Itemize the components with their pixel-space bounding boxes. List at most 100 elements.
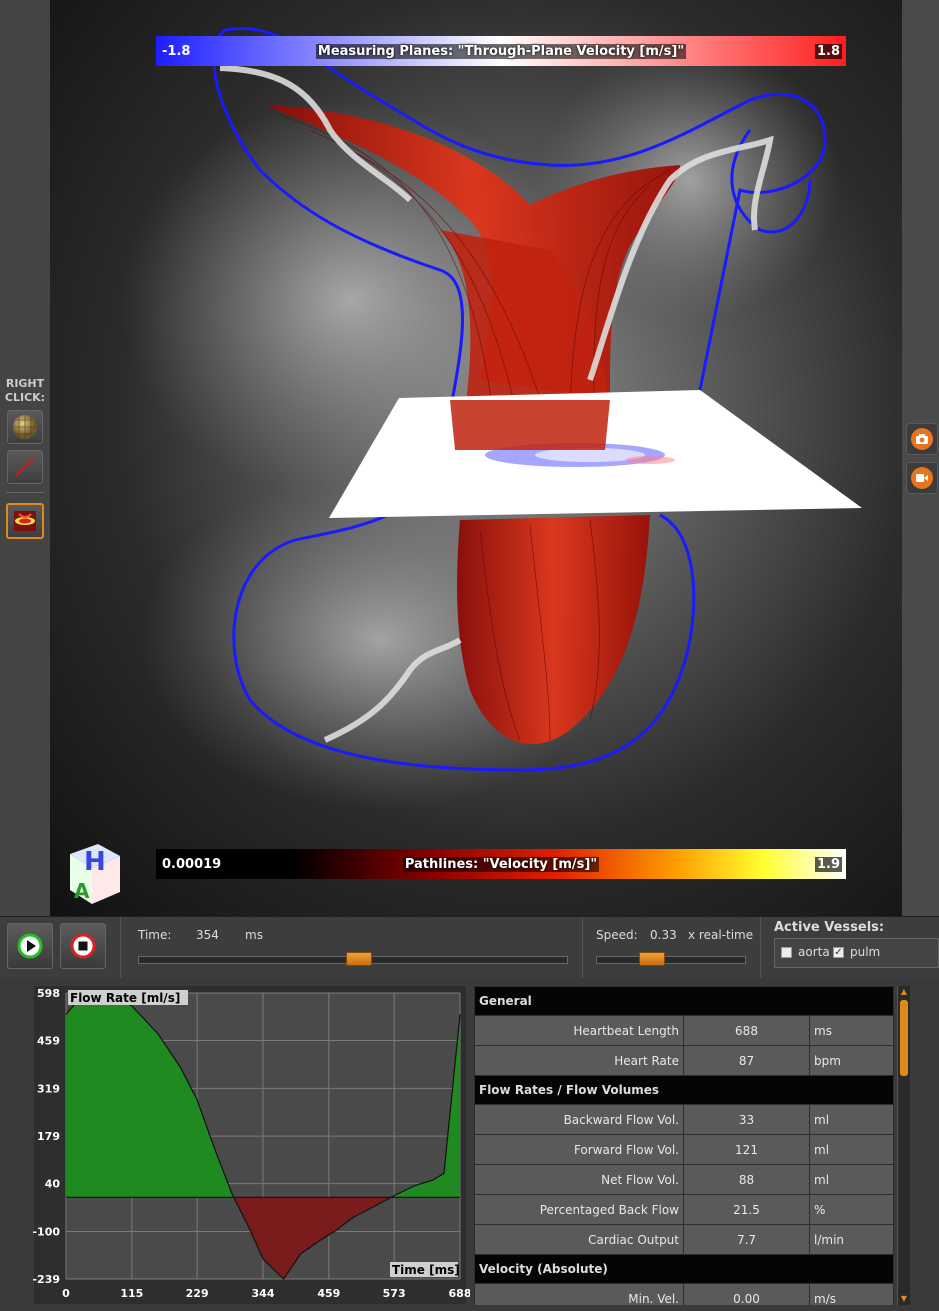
time-unit: ms xyxy=(245,928,263,942)
table-cell-label: Heartbeat Length xyxy=(474,1015,684,1046)
table-row: Forward Flow Vol. 121 ml xyxy=(474,1134,894,1165)
stop-button[interactable] xyxy=(60,923,106,969)
toolbar-separator xyxy=(6,492,44,493)
pathline-legend-max: 1.9 xyxy=(814,856,842,872)
pulm-label: pulm xyxy=(850,945,881,959)
table-cell-value: 0.00 xyxy=(683,1283,810,1305)
table-cell-value: 121 xyxy=(683,1134,810,1165)
pathline-legend-title: Pathlines: "Velocity [m/s]" xyxy=(402,856,600,872)
table-cell-unit: ml xyxy=(809,1164,894,1195)
plane-legend-title: Measuring Planes: "Through-Plane Velocit… xyxy=(315,43,687,59)
chart-title: Flow Rate [ml/s] xyxy=(70,991,180,1005)
3d-viewport[interactable]: -1.8 Measuring Planes: "Through-Plane Ve… xyxy=(50,0,902,916)
scroll-thumb[interactable] xyxy=(900,1000,908,1076)
speed-unit: x real-time xyxy=(688,928,754,942)
table-section-header: Flow Rates / Flow Volumes xyxy=(474,1075,894,1105)
x-tick-label: 344 xyxy=(252,1287,275,1300)
table-cell-label: Backward Flow Vol. xyxy=(474,1104,684,1135)
table-row: Cardiac Output 7.7 l/min xyxy=(474,1224,894,1255)
active-vessels-group: aorta ✓ pulm xyxy=(774,938,939,968)
x-tick-label: 229 xyxy=(186,1287,209,1300)
y-tick-label: 459 xyxy=(37,1034,60,1047)
section-title: Flow Rates / Flow Volumes xyxy=(474,1075,894,1105)
x-tick-label: 115 xyxy=(120,1287,143,1300)
plane-flow-tool-button[interactable] xyxy=(6,503,44,539)
table-cell-unit: ms xyxy=(809,1015,894,1046)
table-row: Heartbeat Length 688 ms xyxy=(474,1015,894,1046)
table-cell-value: 88 xyxy=(683,1164,810,1195)
plane-velocity-legend: -1.8 Measuring Planes: "Through-Plane Ve… xyxy=(156,36,846,66)
table-cell-value: 33 xyxy=(683,1104,810,1135)
vessel-render xyxy=(120,27,862,810)
table-row: Heart Rate 87 bpm xyxy=(474,1045,894,1076)
table-section-header: General xyxy=(474,986,894,1016)
video-camera-icon xyxy=(916,474,928,482)
table-cell-unit: ml xyxy=(809,1104,894,1135)
y-tick-label: -239 xyxy=(32,1273,60,1286)
screenshot-button[interactable] xyxy=(906,423,938,455)
table-cell-label: Heart Rate xyxy=(474,1045,684,1076)
y-tick-label: 598 xyxy=(37,987,60,1000)
play-button[interactable] xyxy=(7,923,53,969)
y-tick-label: -100 xyxy=(32,1226,60,1239)
line-tool-icon xyxy=(15,457,35,477)
right-click-label: RIGHT CLICK: xyxy=(4,377,46,404)
cube-front-label: A xyxy=(74,879,90,903)
x-tick-label: 459 xyxy=(317,1287,340,1300)
time-value: 354 xyxy=(196,928,219,942)
time-label: Time: xyxy=(138,928,172,942)
pathline-velocity-legend: 0.00019 Pathlines: "Velocity [m/s]" 1.9 xyxy=(156,849,846,879)
right-toolbar xyxy=(902,0,939,916)
scroll-up-icon[interactable]: ▲ xyxy=(899,987,909,997)
table-row: Percentaged Back Flow 21.5% xyxy=(474,1194,894,1225)
x-tick-label: 0 xyxy=(62,1287,70,1300)
table-row: Min. Vel. 0.00 m/s xyxy=(474,1283,894,1305)
sphere-tool-button[interactable] xyxy=(7,410,43,444)
table-cell-label: Cardiac Output xyxy=(474,1224,684,1255)
table-cell-unit: ml xyxy=(809,1134,894,1165)
time-slider-handle[interactable] xyxy=(346,952,373,966)
left-toolbar: RIGHT CLICK: xyxy=(0,0,50,916)
sphere-mesh-icon xyxy=(13,415,37,439)
x-tick-label: 573 xyxy=(383,1287,406,1300)
y-tick-label: 179 xyxy=(37,1130,60,1143)
speed-slider[interactable] xyxy=(596,952,746,966)
table-row: Backward Flow Vol. 33 ml xyxy=(474,1104,894,1135)
table-cell-label: Forward Flow Vol. xyxy=(474,1134,684,1165)
time-slider[interactable] xyxy=(138,952,568,966)
active-vessels-label: Active Vessels: xyxy=(774,920,885,935)
table-cell-unit: bpm xyxy=(809,1045,894,1076)
x-tick-label: 688 xyxy=(449,1287,470,1300)
table-section-header: Velocity (Absolute) xyxy=(474,1254,894,1284)
plane-legend-max: 1.8 xyxy=(814,43,842,59)
orientation-cube[interactable]: H A xyxy=(64,840,124,910)
table-cell-value: 688 xyxy=(683,1015,810,1046)
table-cell-unit: m/s xyxy=(809,1283,894,1305)
flow-rate-chart: 0 115 229 344 459 573 688 598 459 319 179 40 -100 -23… xyxy=(32,986,470,1304)
table-cell-label: Percentaged Back Flow xyxy=(474,1194,684,1225)
pulm-checkbox[interactable]: ✓ xyxy=(833,947,844,958)
table-row: Net Flow Vol. 88 ml xyxy=(474,1164,894,1195)
aorta-label: aorta xyxy=(798,945,830,959)
table-scrollbar[interactable]: ▲ ▼ xyxy=(897,986,910,1305)
table-cell-value: 87 xyxy=(683,1045,810,1076)
record-video-button[interactable] xyxy=(906,462,938,494)
camera-icon xyxy=(916,434,928,444)
table-cell-unit: % xyxy=(809,1194,894,1225)
table-cell-unit: l/min xyxy=(809,1224,894,1255)
aorta-checkbox[interactable] xyxy=(781,947,792,958)
line-tool-button[interactable] xyxy=(7,450,43,484)
x-axis-label: Time [ms] xyxy=(392,1263,460,1277)
y-tick-label: 319 xyxy=(37,1082,60,1095)
stop-icon xyxy=(70,933,96,959)
scroll-down-icon[interactable]: ▼ xyxy=(899,1294,909,1304)
speed-slider-handle[interactable] xyxy=(638,952,665,966)
parameter-table: General Heartbeat Length 688 ms Heart Rate 87… xyxy=(474,986,894,1305)
y-tick-label: 40 xyxy=(45,1178,61,1191)
table-cell-value: 21.5 xyxy=(683,1194,810,1225)
table-cell-value: 7.7 xyxy=(683,1224,810,1255)
speed-label: Speed: xyxy=(596,928,638,942)
play-icon xyxy=(17,933,43,959)
cube-top-label: H xyxy=(84,847,106,877)
section-title: General xyxy=(474,986,894,1016)
